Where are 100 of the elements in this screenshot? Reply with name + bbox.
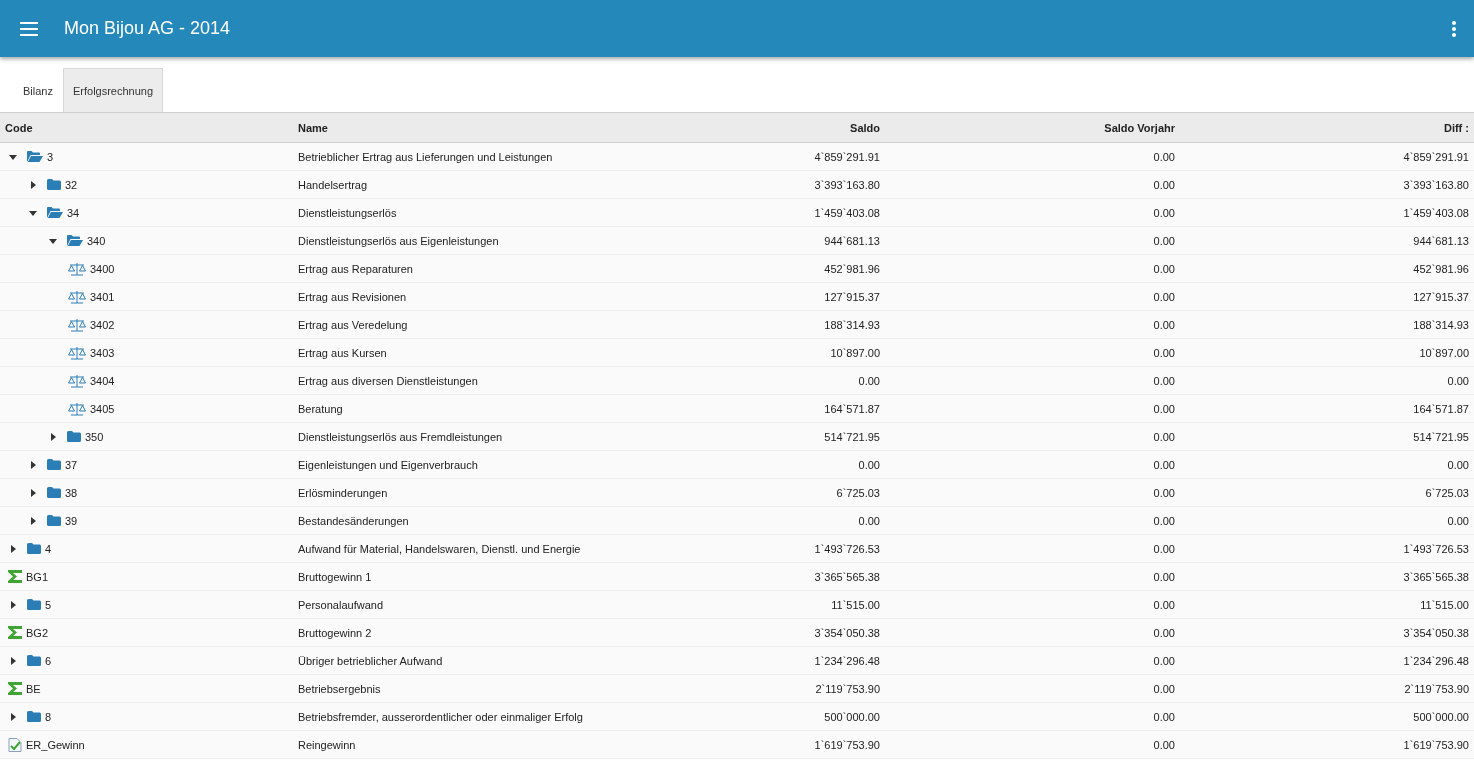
account-code: 5 (45, 598, 52, 611)
table-cell-text: 0.00 (1152, 430, 1176, 443)
sigma-icon (8, 682, 22, 695)
table-cell-text: 0.00 (1152, 458, 1176, 471)
table-cell-text: 11`515.00 (1419, 598, 1470, 611)
table-cell-text: 0.00 (857, 374, 881, 387)
table-cell-text: 1`459`403.08 (813, 206, 881, 219)
account-code: 3401 (90, 290, 115, 303)
table-cell-text: Betriebsergebnis (297, 682, 382, 695)
table-cell-text: 1`234`296.48 (1402, 654, 1470, 667)
caret-down-icon (28, 208, 37, 217)
table-cell-text: Bruttogewinn 1 (297, 570, 373, 583)
caret-right-icon (8, 600, 17, 609)
table-cell-text: 0.00 (1446, 514, 1470, 527)
table-row[interactable]: 38 Erlösminderungen 6`725.03 0.00 6`725.03 (0, 479, 1474, 507)
table-cell-text: 500`000.00 (1412, 710, 1470, 723)
column-header[interactable]: Name (293, 121, 603, 134)
table-row[interactable]: 4 Aufwand für Material, Handelswaren, Dienstl. und Energie 1`493`726.53 0.00 1`493`726.53 (0, 535, 1474, 563)
table-cell-text: Dienstleistungserlös aus Fremdleistungen (297, 430, 504, 443)
table-row[interactable]: 3402 Ertrag aus Veredelung 188`314.93 0.00 188`314.93 (0, 311, 1474, 339)
account-code: 34 (67, 206, 80, 219)
account-code: ER_Gewinn (26, 738, 85, 751)
folder-icon (47, 515, 61, 526)
open-folder-icon (27, 151, 43, 162)
column-header[interactable]: Saldo (603, 121, 885, 134)
table-row[interactable]: 3403 Ertrag aus Kursen 10`897.00 0.00 10`897.00 (0, 339, 1474, 367)
table-cell-text: 0.00 (1152, 486, 1176, 499)
table-row[interactable]: BG1 Bruttogewinn 1 3`365`565.38 0.00 3`365`565.38 (0, 563, 1474, 591)
table-cell-text: 1`493`726.53 (1402, 542, 1470, 555)
table-cell-text: 0.00 (1152, 654, 1176, 667)
caret-right-icon (28, 516, 37, 525)
table-row[interactable]: 6 Übriger betrieblicher Aufwand 1`234`296.48 0.00 1`234`296.48 (0, 647, 1474, 675)
table-cell-text: Bestandesänderungen (297, 514, 410, 527)
table-cell-text: Ertrag aus Veredelung (297, 318, 409, 331)
caret-right-icon (8, 712, 17, 721)
table-cell-text: 10`897.00 (1418, 346, 1470, 359)
table-cell-text: 1`493`726.53 (813, 542, 881, 555)
column-header[interactable]: Saldo Vorjahr (885, 121, 1180, 134)
account-code: 38 (65, 486, 78, 499)
scale-icon (68, 373, 86, 388)
table-cell-text: 6`725.03 (1424, 486, 1470, 499)
table-cell-text: 10`897.00 (829, 346, 881, 359)
table-cell-text: 11`515.00 (830, 598, 881, 611)
table-cell-text: Ertrag aus Kursen (297, 346, 388, 359)
folder-icon (27, 599, 41, 610)
table-row[interactable]: 34 Dienstleistungserlös 1`459`403.08 0.00 1`459`403.08 (0, 199, 1474, 227)
table-cell-text: 0.00 (1152, 738, 1176, 751)
table-cell-text: 0.00 (1152, 346, 1176, 359)
table-cell-text: Ertrag aus Revisionen (297, 290, 408, 303)
table-row[interactable]: 3 Betrieblicher Ertrag aus Lieferungen und Leistungen 4`859`291.91 0.00 4`859`291.91 (0, 143, 1474, 171)
folder-icon (47, 487, 61, 498)
table-cell-text: 0.00 (1446, 458, 1470, 471)
table-cell-text: 0.00 (1152, 570, 1176, 583)
table-cell-text: 0.00 (1152, 290, 1176, 303)
table-cell-text: Dienstleistungserlös (297, 206, 398, 219)
table-row[interactable]: 3405 Beratung 164`571.87 0.00 164`571.87 (0, 395, 1474, 423)
column-header[interactable]: Diff : (1180, 121, 1474, 134)
table-row[interactable]: ER_Gewinn Reingewinn 1`619`753.90 0.00 1`619`753.90 (0, 731, 1474, 759)
table-row[interactable]: 3404 Ertrag aus diversen Dienstleistungen 0.00 0.00 0.00 (0, 367, 1474, 395)
table-cell-text: 3`393`163.80 (813, 178, 881, 191)
table-row[interactable]: 3401 Ertrag aus Revisionen 127`915.37 0.00 127`915.37 (0, 283, 1474, 311)
table-cell-text: 0.00 (1152, 598, 1176, 611)
table-cell-text: 0.00 (1152, 262, 1176, 275)
table-cell-text: 164`571.87 (823, 402, 881, 415)
account-code: BE (26, 682, 41, 695)
table-row[interactable]: 32 Handelsertrag 3`393`163.80 0.00 3`393`163.80 (0, 171, 1474, 199)
caret-right-icon (8, 656, 17, 665)
account-code: 3 (47, 150, 54, 163)
table-row[interactable]: 3400 Ertrag aus Reparaturen 452`981.96 0.00 452`981.96 (0, 255, 1474, 283)
table-cell-text: 0.00 (1152, 374, 1176, 387)
table-cell-text: 127`915.37 (823, 290, 881, 303)
table-row[interactable]: 39 Bestandesänderungen 0.00 0.00 0.00 (0, 507, 1474, 535)
account-code: 37 (65, 458, 78, 471)
column-header[interactable]: Code (0, 121, 293, 134)
table-cell-text: 1`619`753.90 (813, 738, 881, 751)
table-row[interactable]: 350 Dienstleistungserlös aus Fremdleistungen 514`721.95 0.00 514`721.95 (0, 423, 1474, 451)
table-cell-text: 0.00 (1152, 514, 1176, 527)
table-cell-text: 188`314.93 (823, 318, 881, 331)
table-row[interactable]: 5 Personalaufwand 11`515.00 0.00 11`515.00 (0, 591, 1474, 619)
table-cell-text: 0.00 (1446, 374, 1470, 387)
table-cell-text: 1`234`296.48 (813, 654, 881, 667)
scale-icon (68, 289, 86, 304)
table-cell-text: Betrieblicher Ertrag aus Lieferungen und Leistungen (297, 150, 554, 163)
table-cell-text: 127`915.37 (1412, 290, 1470, 303)
tab[interactable]: Erfolgsrechnung (62, 68, 164, 112)
table-row[interactable]: 340 Dienstleistungserlös aus Eigenleistungen 944`681.13 0.00 944`681.13 (0, 227, 1474, 255)
caret-right-icon (28, 180, 37, 189)
table-cell-text: 452`981.96 (1412, 262, 1470, 275)
table-row[interactable]: 8 Betriebsfremder, ausserordentlicher oder einmaliger Erfolg 500`000.00 0.00 500`000.00 (0, 703, 1474, 731)
table-cell-text: Personalaufwand (297, 598, 384, 611)
table-cell-text: 452`981.96 (823, 262, 881, 275)
account-code: 3404 (90, 374, 115, 387)
table-row[interactable]: BG2 Bruttogewinn 2 3`354`050.38 0.00 3`354`050.38 (0, 619, 1474, 647)
account-code: 39 (65, 514, 78, 527)
table-cell-text: Ertrag aus diversen Dienstleistungen (297, 374, 479, 387)
table-cell-text: Betriebsfremder, ausserordentlicher oder einmaliger Erfolg (297, 710, 584, 723)
table-row[interactable]: BE Betriebsergebnis 2`119`753.90 0.00 2`119`753.90 (0, 675, 1474, 703)
folder-icon (27, 655, 41, 666)
table-cell-text: 3`354`050.38 (813, 626, 881, 639)
table-row[interactable]: 37 Eigenleistungen und Eigenverbrauch 0.00 0.00 0.00 (0, 451, 1474, 479)
